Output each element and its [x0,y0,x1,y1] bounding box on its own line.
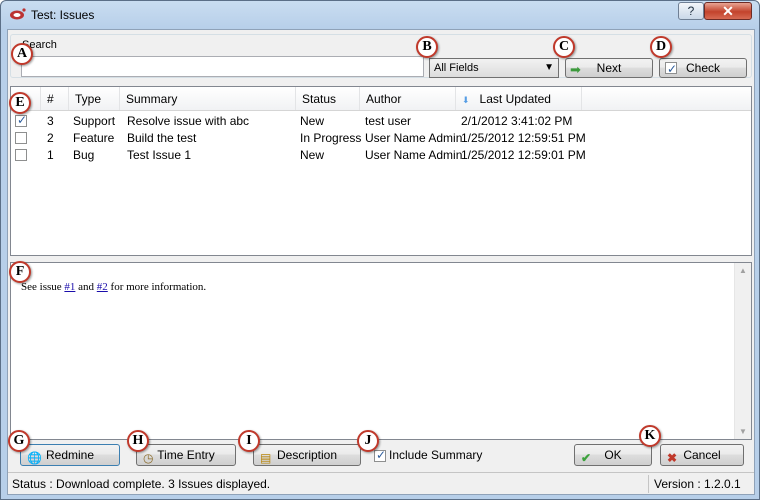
client-area: Search All Fields ▼ ➡ Next Check # Type … [7,29,755,495]
arrow-right-icon: ➡ [570,62,581,77]
row-type: Feature [73,131,115,145]
document-icon: ▤ [260,451,272,465]
status-text: Status : Download complete. 3 Issues dis… [12,477,271,491]
row-status: New [300,148,325,162]
app-logo-icon [10,8,26,20]
table-row[interactable]: 2 Feature Build the test In Progress Use… [11,130,751,147]
status-bar: Status : Download complete. 3 Issues dis… [8,472,754,494]
row-updated: 1/25/2012 12:59:01 PM [461,148,586,162]
column-header-type[interactable]: Type [69,87,120,110]
callout-badge-j: J [357,430,379,452]
row-type: Bug [73,148,95,162]
column-header-number[interactable]: # [41,87,69,110]
issue-link-2[interactable]: #2 [97,281,108,293]
row-summary: Test Issue 1 [127,148,192,162]
redmine-button-label: Redmine [45,448,95,462]
version-text: Version : 1.2.0.1 [654,477,741,491]
time-entry-button[interactable]: ◷ Time Entry [136,444,236,466]
callout-badge-a: A [11,43,33,65]
row-type: Support [73,114,116,128]
row-checkbox[interactable] [15,149,27,161]
clock-icon: ◷ [143,451,154,465]
column-header-summary[interactable]: Summary [120,87,296,110]
callout-badge-c: C [553,36,575,58]
search-input[interactable] [21,56,424,77]
checkbox-icon[interactable] [374,448,386,462]
search-field-dropdown[interactable]: All Fields ▼ [429,58,559,78]
row-id: 1 [47,148,54,162]
cancel-button-label: Cancel [683,448,721,462]
list-header: # Type Summary Status Author ⬇ Last Updat… [11,87,751,111]
description-scrollbar[interactable]: ▲ ▼ [734,263,751,439]
issues-list[interactable]: # Type Summary Status Author ⬇ Last Updat… [10,86,752,256]
column-header-last-updated-label: Last Updated [479,92,551,106]
sort-arrow-icon: ⬇ [462,95,470,105]
row-id: 2 [47,131,54,145]
redmine-button[interactable]: 🌐 Redmine [20,444,120,466]
row-status: In Progress [300,131,362,145]
row-author: User Name Admin [365,131,463,145]
include-summary-label: Include Summary [389,448,483,462]
scroll-down-icon[interactable]: ▼ [739,427,747,436]
time-entry-button-label: Time Entry [157,448,215,462]
callout-badge-i: I [238,430,260,452]
callout-badge-d: D [650,36,672,58]
callout-badge-f: F [9,261,31,283]
search-group: Search All Fields ▼ ➡ Next Check [10,34,752,78]
row-summary: Resolve issue with abc [127,114,250,128]
row-updated: 2/1/2012 3:41:02 PM [461,114,573,128]
row-checkbox[interactable] [15,113,27,127]
description-pane[interactable]: See issue #1 and #2 for more information… [10,262,752,440]
table-row[interactable]: 3 Support Resolve issue with abc New tes… [11,113,751,130]
row-summary: Build the test [127,131,197,145]
issue-link-1[interactable]: #1 [64,281,75,293]
row-checkbox[interactable] [15,132,27,144]
table-row[interactable]: 1 Bug Test Issue 1 New User Name Admin 1… [11,147,751,164]
next-button[interactable]: ➡ Next [565,58,653,78]
cancel-button[interactable]: ✖ Cancel [660,444,744,466]
close-button[interactable]: ✕ [704,2,752,20]
description-middle: and [78,281,95,293]
description-suffix: for more information. [110,281,207,293]
description-button-label: Description [276,448,338,462]
check-button-label: Check [685,61,720,75]
description-prefix: See issue [21,281,62,293]
callout-badge-b: B [416,36,438,58]
chevron-down-icon: ▼ [544,62,554,73]
callout-badge-k: K [639,425,661,447]
globe-icon: 🌐 [27,451,42,465]
check-button[interactable]: Check [659,58,747,78]
column-header-author[interactable]: Author [360,87,456,110]
row-status: New [300,114,325,128]
checkmark-icon: ✔ [581,451,592,465]
row-author: User Name Admin [365,148,463,162]
title-bar[interactable]: Test: Issues ? ✕ [1,1,759,29]
callout-badge-g: G [8,430,30,452]
window-title: Test: Issues [31,8,95,22]
callout-badge-e: E [9,92,31,114]
ok-button[interactable]: ✔ OK [574,444,652,466]
description-button[interactable]: ▤ Description [253,444,361,466]
scroll-up-icon[interactable]: ▲ [739,266,747,275]
column-header-status[interactable]: Status [296,87,360,110]
help-button[interactable]: ? [678,2,704,20]
row-author: test user [365,114,412,128]
checkbox-icon [665,60,677,78]
callout-badge-h: H [127,430,149,452]
include-summary-checkbox[interactable]: Include Summary [374,448,482,462]
row-updated: 1/25/2012 12:59:51 PM [461,131,586,145]
ok-button-label: OK [604,448,622,462]
status-separator [648,475,649,493]
row-id: 3 [47,114,54,128]
column-header-last-updated[interactable]: ⬇ Last Updated [456,87,582,110]
cross-icon: ✖ [667,451,678,465]
search-field-selected: All Fields [434,62,479,74]
next-button-label: Next [596,61,622,75]
description-text: See issue #1 and #2 for more information… [21,281,206,293]
